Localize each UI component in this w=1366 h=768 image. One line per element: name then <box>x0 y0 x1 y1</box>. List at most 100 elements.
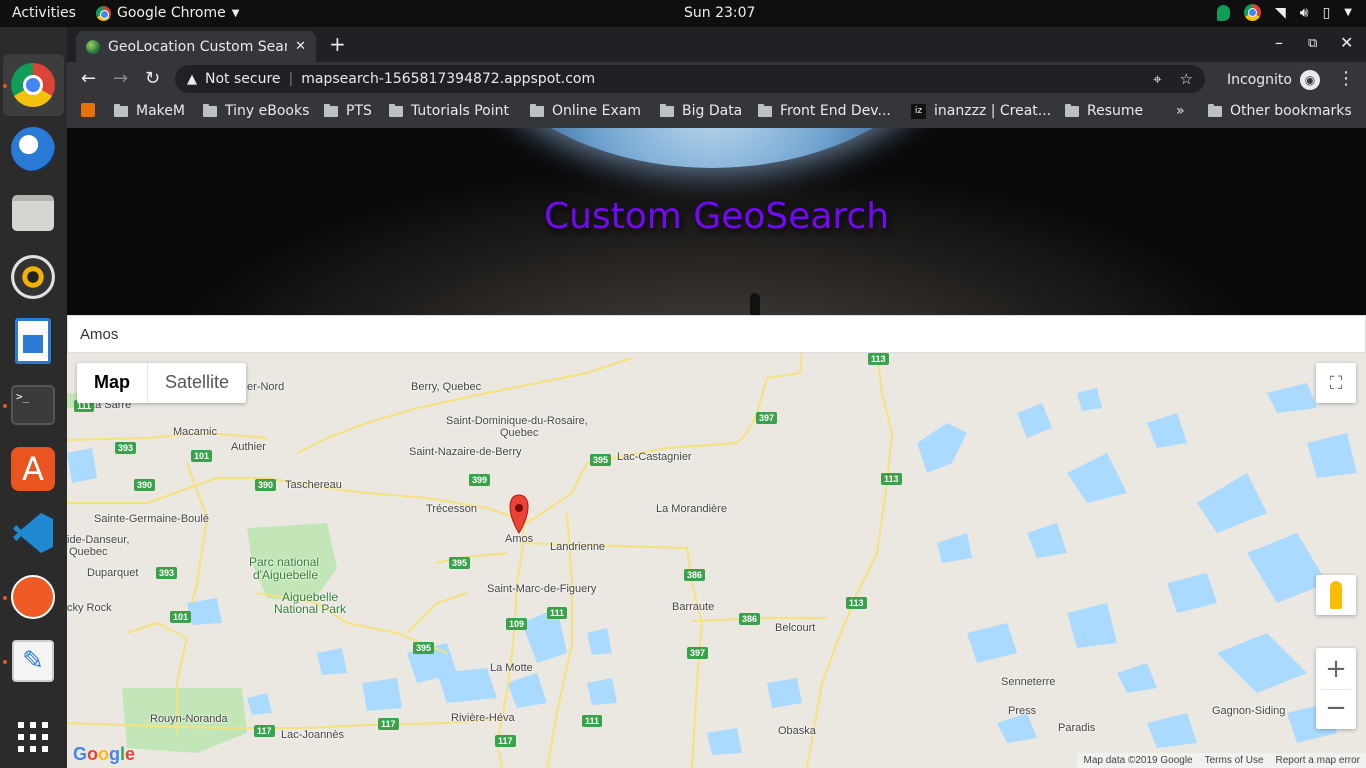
warning-icon[interactable]: ▲ <box>187 72 197 87</box>
park-label[interactable]: d'Aiguebelle <box>253 568 318 582</box>
incognito-indicator[interactable]: Incognito ◉ <box>1227 70 1320 90</box>
place-label[interactable]: Saint-Marc-de-Figuery <box>487 583 596 595</box>
security-status[interactable]: Not secure <box>205 71 281 87</box>
writer-icon[interactable] <box>9 317 57 365</box>
thunderbird-icon[interactable] <box>9 125 57 173</box>
location-search-input[interactable] <box>67 315 1366 353</box>
location-icon[interactable]: ⌖ <box>1153 70 1161 88</box>
place-label[interactable]: Authier <box>231 441 266 453</box>
bookmarks-overflow-button[interactable]: » <box>1176 103 1185 119</box>
bookmark-star-icon[interactable]: ☆ <box>1180 70 1193 88</box>
bookmark-folder[interactable]: Resume <box>1065 103 1143 119</box>
forward-button[interactable]: → <box>113 68 128 89</box>
place-label[interactable]: er-Nord <box>247 381 284 393</box>
place-label[interactable]: Rouyn-Noranda <box>150 713 228 725</box>
maximize-button[interactable]: ⧉ <box>1308 36 1317 51</box>
google-logo[interactable]: Google <box>73 744 135 765</box>
place-label[interactable]: Sainte-Germaine-Boulé <box>94 513 209 525</box>
close-window-button[interactable]: ✕ <box>1340 33 1353 52</box>
postman-icon[interactable] <box>9 573 57 621</box>
place-label[interactable]: ide-Danseur, <box>67 534 129 546</box>
bookmark-folder[interactable]: Tutorials Point <box>389 103 509 119</box>
clock[interactable]: Sun 23:07 <box>684 5 755 21</box>
fullscreen-button[interactable]: ⛶ <box>1316 363 1356 403</box>
bookmark-folder[interactable]: Front End Dev... <box>758 103 891 119</box>
map-type-satellite-button[interactable]: Satellite <box>147 363 246 403</box>
text-editor-icon[interactable]: ✎ <box>9 637 57 685</box>
park-label[interactable]: National Park <box>274 602 346 616</box>
highway-shield: 101 <box>170 611 192 623</box>
place-label[interactable]: Berry, Quebec <box>411 381 481 393</box>
bookmark-folder[interactable]: MakeM <box>114 103 185 119</box>
zoom-out-button[interactable]: − <box>1321 688 1351 729</box>
zoom-in-button[interactable]: + <box>1325 649 1347 689</box>
place-label[interactable]: Rivière-Héva <box>451 712 515 724</box>
park-label[interactable]: Parc national <box>249 555 319 569</box>
place-label[interactable]: Lac-Castagnier <box>617 451 692 463</box>
place-label[interactable]: Lac-Joannès <box>281 729 344 741</box>
place-label[interactable]: Macamic <box>173 426 217 438</box>
place-label[interactable]: Gagnon-Siding <box>1212 705 1285 717</box>
address-bar[interactable]: ▲ Not secure | mapsearch-1565817394872.a… <box>175 65 1205 93</box>
reload-button[interactable]: ↻ <box>145 68 160 89</box>
back-button[interactable]: ← <box>81 68 96 89</box>
place-label[interactable]: Duparquet <box>87 567 138 579</box>
bookmark-folder[interactable]: Tiny eBooks <box>203 103 309 119</box>
rhythmbox-icon[interactable] <box>9 253 57 301</box>
activities-button[interactable]: Activities <box>12 5 76 21</box>
bookmark-folder[interactable]: Online Exam <box>530 103 641 119</box>
show-apps-icon[interactable] <box>9 713 57 761</box>
place-label[interactable]: Senneterre <box>1001 676 1055 688</box>
terminal-icon[interactable]: >_ <box>9 381 57 429</box>
software-icon[interactable]: A <box>9 445 57 493</box>
place-label[interactable]: Taschereau <box>285 479 342 491</box>
place-label[interactable]: Press <box>1008 705 1036 717</box>
earth-image <box>462 128 962 168</box>
place-label[interactable]: Obaska <box>778 725 816 737</box>
system-tray[interactable]: ◥ 🔊︎ ▯ ▼ <box>1216 4 1352 21</box>
place-label[interactable]: La Morandière <box>656 503 727 515</box>
more-menu-icon[interactable]: ⋮ <box>1337 68 1355 89</box>
place-label[interactable]: Quebec <box>500 427 539 439</box>
place-label[interactable]: cky Rock <box>67 602 112 614</box>
highway-shield: 395 <box>449 557 471 569</box>
tab-close-icon[interactable]: ✕ <box>295 39 306 54</box>
place-label[interactable]: Quebec <box>69 546 108 558</box>
report-error-link[interactable]: Report a map error <box>1276 755 1360 766</box>
url-text[interactable]: mapsearch-1565817394872.appspot.com <box>301 71 595 87</box>
place-label[interactable]: Trécesson <box>426 503 477 515</box>
place-label[interactable]: Saint-Dominique-du-Rosaire, <box>446 415 588 427</box>
dock: >_ A ✎ <box>0 27 67 768</box>
new-tab-button[interactable]: + <box>329 32 346 56</box>
place-label[interactable]: La Motte <box>490 662 533 674</box>
files-icon[interactable] <box>9 189 57 237</box>
power-menu-icon[interactable]: ▼ <box>1344 7 1352 18</box>
terms-link[interactable]: Terms of Use <box>1205 755 1264 766</box>
wifi-icon[interactable]: ◥ <box>1275 5 1286 21</box>
bookmark-folder[interactable]: Big Data <box>660 103 742 119</box>
fullscreen-icon: ⛶ <box>1329 372 1343 394</box>
google-map[interactable]: Berry, Quebec er-Nord La Sarre Saint-Dom… <box>67 353 1366 768</box>
place-label[interactable]: Belcourt <box>775 622 815 634</box>
app-menu[interactable]: Google Chrome ▼ <box>96 5 239 21</box>
street-view-pegman-button[interactable] <box>1316 575 1356 615</box>
bookmark-apps-icon[interactable] <box>81 103 95 117</box>
chrome-dock-icon[interactable] <box>9 61 57 109</box>
place-label[interactable]: Paradis <box>1058 722 1095 734</box>
bookmark-folder[interactable]: PTS <box>324 103 372 119</box>
map-type-map-button[interactable]: Map <box>77 363 147 403</box>
battery-icon[interactable]: ▯ <box>1323 5 1331 21</box>
place-label[interactable]: Saint-Nazaire-de-Berry <box>409 446 521 458</box>
minimize-button[interactable]: – <box>1275 33 1283 52</box>
chrome-tray-icon[interactable] <box>1243 4 1261 21</box>
place-label[interactable]: Amos <box>505 533 533 545</box>
other-bookmarks[interactable]: Other bookmarks <box>1208 103 1352 119</box>
bookmark-link[interactable]: iz inanzzz | Creat... <box>911 103 1051 119</box>
place-label[interactable]: Landrienne <box>550 541 605 553</box>
vscode-icon[interactable] <box>9 509 57 557</box>
hangouts-icon[interactable] <box>1216 4 1230 21</box>
place-label[interactable]: Barraute <box>672 601 714 613</box>
tab-geolocation[interactable]: GeoLocation Custom Sear ✕ <box>76 31 316 62</box>
volume-icon[interactable]: 🔊︎ <box>1300 5 1309 21</box>
chrome-icon <box>96 5 111 21</box>
